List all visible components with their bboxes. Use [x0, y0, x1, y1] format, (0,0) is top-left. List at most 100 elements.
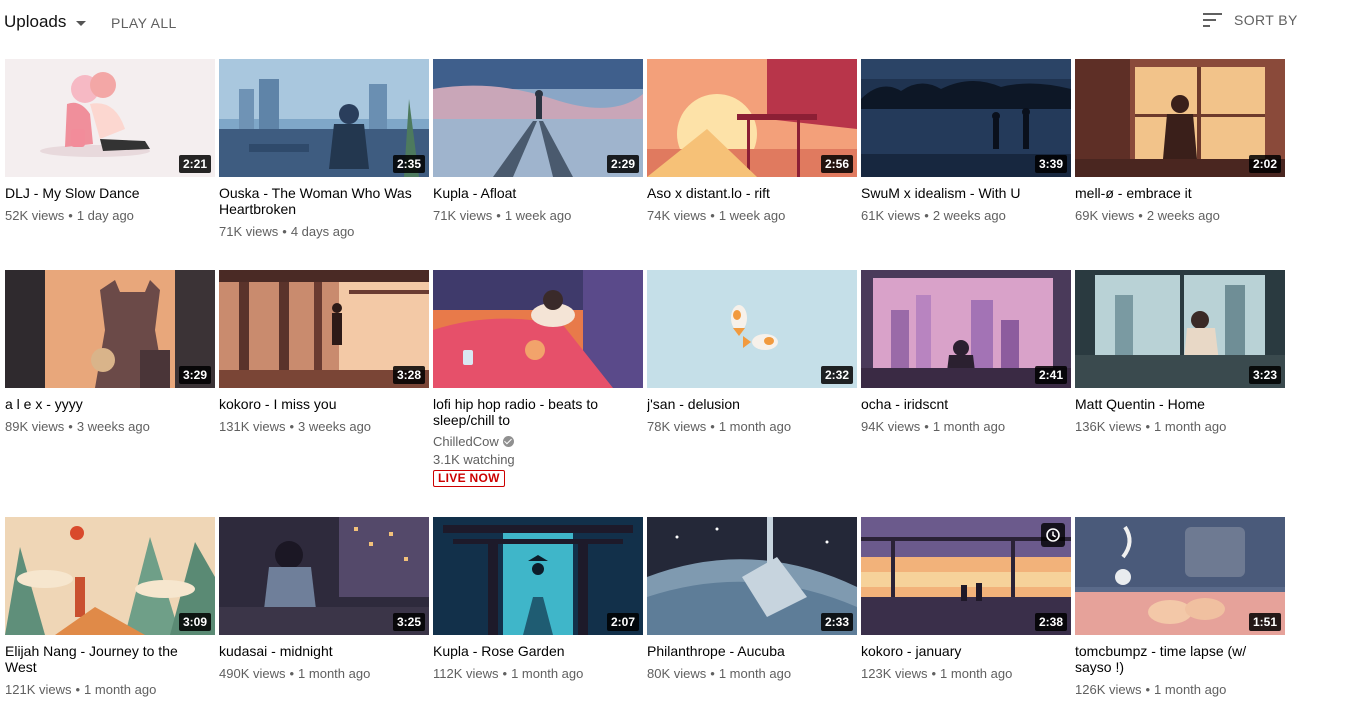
video-title[interactable]: Matt Quentin - Home	[1075, 396, 1275, 412]
upload-age: 1 month ago	[1154, 682, 1227, 697]
video-title[interactable]: SwuM x idealism - With U	[861, 185, 1061, 201]
upload-age: 1 month ago	[718, 419, 792, 434]
view-count: 131K views	[219, 419, 286, 434]
video-title[interactable]: kokoro - I miss you	[219, 396, 419, 412]
video-title[interactable]: tomcbumpz - time lapse (w/ sayso !)	[1075, 643, 1275, 675]
view-count: 112K views	[433, 666, 499, 681]
view-count: 52K views	[5, 208, 65, 223]
uploads-header: Uploads PLAY ALL SORT BY	[0, 0, 1355, 46]
video-card[interactable]: 2:07 Kupla - Rose Garden 112K views • 1 mo…	[433, 517, 643, 682]
duration-badge: 3:25	[392, 613, 425, 631]
video-title[interactable]: kokoro - january	[861, 643, 1061, 659]
upload-age: 3 weeks ago	[298, 419, 372, 434]
video-card[interactable]: 3:39 SwuM x idealism - With U 61K views •…	[861, 59, 1071, 224]
duration-badge: 1:51	[1248, 613, 1281, 631]
video-card[interactable]: 3:09 Elijah Nang - Journey to the West 1…	[5, 517, 215, 698]
video-thumbnail[interactable]: 2:07	[433, 517, 643, 635]
video-card[interactable]: 2:56 Aso x distant.lo - rift 74K views • 1…	[647, 59, 857, 224]
video-thumbnail[interactable]: 3:39	[861, 59, 1071, 177]
video-title[interactable]: mell-ø - embrace it	[1075, 185, 1275, 201]
view-count: 490K views	[219, 666, 286, 681]
video-title[interactable]: kudasai - midnight	[219, 643, 419, 659]
video-meta: 89K views • 3 weeks ago	[5, 419, 150, 434]
video-title[interactable]: Kupla - Afloat	[433, 185, 633, 201]
channel-name[interactable]: ChilledCow	[433, 434, 643, 449]
video-card[interactable]: 3:23 Matt Quentin - Home 136K views • 1 mo…	[1075, 270, 1285, 435]
video-title[interactable]: Philanthrope - Aucuba	[647, 643, 847, 659]
watch-later-button[interactable]	[1041, 523, 1065, 547]
video-card[interactable]: 2:21 DLJ - My Slow Dance 52K views • 1 day…	[5, 59, 215, 224]
video-card[interactable]: 2:32 j'san - delusion 78K views • 1 month …	[647, 270, 857, 435]
video-meta: 123K views • 1 month ago	[861, 666, 1013, 681]
video-thumbnail[interactable]: 3:29	[5, 270, 215, 388]
duration-badge: 3:23	[1248, 366, 1281, 384]
video-title[interactable]: j'san - delusion	[647, 396, 847, 412]
video-title[interactable]: Kupla - Rose Garden	[433, 643, 633, 659]
upload-age: 1 week ago	[718, 208, 786, 223]
video-meta: 490K views • 1 month ago	[219, 666, 371, 681]
video-thumbnail[interactable]: 2:29	[433, 59, 643, 177]
upload-age: 2 weeks ago	[932, 208, 1006, 223]
video-thumbnail[interactable]: 3:09	[5, 517, 215, 635]
video-title[interactable]: DLJ - My Slow Dance	[5, 185, 205, 201]
video-thumbnail[interactable]	[433, 270, 643, 388]
video-thumbnail[interactable]: 2:32	[647, 270, 857, 388]
video-card[interactable]: 1:51 tomcbumpz - time lapse (w/ sayso !)…	[1075, 517, 1285, 698]
video-thumbnail[interactable]: 3:28	[219, 270, 429, 388]
view-count: 74K views	[647, 208, 707, 223]
upload-age: 1 month ago	[511, 666, 584, 681]
play-all-button[interactable]: PLAY ALL	[111, 15, 177, 31]
upload-age: 1 month ago	[84, 682, 157, 697]
video-card[interactable]: 2:41 ocha - iridscnt 94K views • 1 month a…	[861, 270, 1071, 435]
video-thumbnail[interactable]: 2:02	[1075, 59, 1285, 177]
video-title[interactable]: a l e x - yyyy	[5, 396, 205, 412]
duration-badge: 2:29	[606, 155, 639, 173]
video-thumbnail[interactable]: 3:25	[219, 517, 429, 635]
video-thumbnail[interactable]: 2:21	[5, 59, 215, 177]
sort-by-label: SORT BY	[1234, 12, 1298, 28]
video-title[interactable]: Ouska - The Woman Who Was Heartbroken	[219, 185, 419, 217]
video-title[interactable]: ocha - iridscnt	[861, 396, 1061, 412]
video-meta: 94K views • 1 month ago	[861, 419, 1006, 434]
upload-age: 1 month ago	[932, 419, 1006, 434]
thumb-sleeping-girl-icon	[433, 270, 643, 388]
upload-age: 1 month ago	[718, 666, 792, 681]
upload-age: 1 week ago	[504, 208, 572, 223]
video-card[interactable]: 2:33 Philanthrope - Aucuba 80K views • 1 m…	[647, 517, 857, 682]
sort-icon	[1203, 13, 1222, 27]
duration-badge: 2:38	[1034, 613, 1067, 631]
clock-icon	[1046, 528, 1060, 542]
view-count: 71K views	[433, 208, 493, 223]
video-thumbnail[interactable]: 2:33	[647, 517, 857, 635]
video-card[interactable]: 3:29 a l e x - yyyy 89K views • 3 weeks ag…	[5, 270, 215, 435]
view-count: 80K views	[647, 666, 707, 681]
video-card[interactable]: 2:38 kokoro - january 123K views • 1 month…	[861, 517, 1071, 682]
video-thumbnail[interactable]: 2:35	[219, 59, 429, 177]
video-card[interactable]: lofi hip hop radio - beats to sleep/chil…	[433, 270, 643, 487]
duration-badge: 3:29	[178, 366, 211, 384]
view-count: 94K views	[861, 419, 921, 434]
video-thumbnail[interactable]: 3:23	[1075, 270, 1285, 388]
video-card[interactable]: 3:28 kokoro - I miss you 131K views • 3 we…	[219, 270, 429, 435]
video-thumbnail[interactable]: 2:38	[861, 517, 1071, 635]
view-count: 78K views	[647, 419, 707, 434]
upload-age: 2 weeks ago	[1146, 208, 1220, 223]
uploads-label: Uploads	[4, 12, 67, 31]
video-meta: 71K views • 4 days ago	[219, 224, 355, 239]
video-meta: 69K views • 2 weeks ago	[1075, 208, 1220, 223]
uploads-dropdown[interactable]: Uploads	[4, 12, 87, 32]
duration-badge: 2:35	[392, 155, 425, 173]
video-thumbnail[interactable]: 2:56	[647, 59, 857, 177]
video-card[interactable]: 2:29 Kupla - Afloat 71K views • 1 week ago	[433, 59, 643, 224]
video-title[interactable]: Elijah Nang - Journey to the West	[5, 643, 205, 675]
video-card[interactable]: 3:25 kudasai - midnight 490K views • 1 mon…	[219, 517, 429, 682]
video-card[interactable]: 2:02 mell-ø - embrace it 69K views • 2 wee…	[1075, 59, 1285, 224]
view-count: 136K views	[1075, 419, 1142, 434]
video-card[interactable]: 2:35 Ouska - The Woman Who Was Heartbrok…	[219, 59, 429, 240]
video-thumbnail[interactable]: 1:51	[1075, 517, 1285, 635]
sort-by-button[interactable]: SORT BY	[1203, 12, 1298, 28]
video-title[interactable]: Aso x distant.lo - rift	[647, 185, 847, 201]
view-count: 121K views	[5, 682, 72, 697]
video-title[interactable]: lofi hip hop radio - beats to sleep/chil…	[433, 396, 633, 428]
video-thumbnail[interactable]: 2:41	[861, 270, 1071, 388]
